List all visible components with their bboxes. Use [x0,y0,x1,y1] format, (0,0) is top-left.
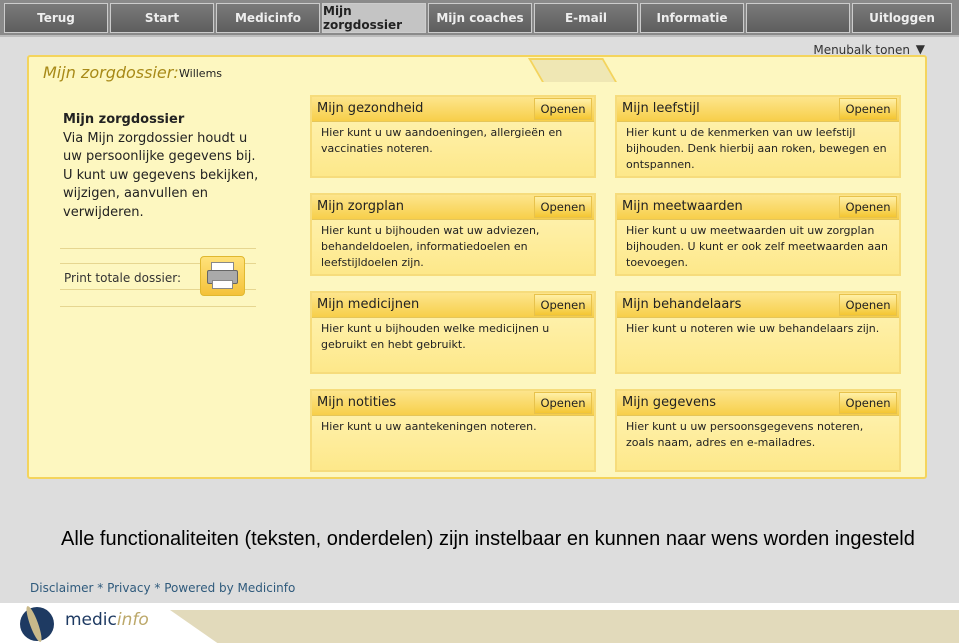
footer-bar: medicinfo [0,603,959,643]
intro-title: Mijn zorgdossier [63,112,185,127]
card-mijn-gezondheid: Mijn gezondheid Openen Hier kunt u uw aand… [310,95,596,178]
open-button[interactable]: Openen [839,294,897,316]
nav-mijn-coaches[interactable]: Mijn coaches [428,3,532,33]
nav-mijn-zorgdossier[interactable]: Mijn zorgdossier [322,3,426,33]
logo-text-a: medic [65,610,117,630]
medicinfo-logo-icon [20,607,54,641]
card-mijn-gegevens: Mijn gegevens Openen Hier kunt u uw persoo… [615,389,901,472]
footer-links: Disclaimer * Privacy * Powered by Medici… [30,581,295,595]
nav-empty [746,3,850,33]
open-button[interactable]: Openen [839,98,897,120]
separator: * [150,581,165,595]
divider [60,248,256,249]
privacy-link[interactable]: Privacy [107,581,150,595]
page-title: Mijn zorgdossier: [43,63,179,82]
printer-icon[interactable] [200,256,245,296]
card-description: Hier kunt u de kenmerken van uw leefstij… [626,126,887,171]
intro-text: Via Mijn zorgdossier houdt u uw persoonl… [63,130,259,220]
disclaimer-link[interactable]: Disclaimer [30,581,93,595]
open-button[interactable]: Openen [839,196,897,218]
open-button[interactable]: Openen [534,294,592,316]
separator: * [93,581,108,595]
open-button[interactable]: Openen [534,392,592,414]
nav-informatie[interactable]: Informatie [640,3,744,33]
card-description: Hier kunt u uw aandoeningen, allergieën … [321,126,563,155]
card-description: Hier kunt u noteren wie uw behandelaars … [626,322,880,335]
nav-email[interactable]: E-mail [534,3,638,33]
patient-name: Willems [179,67,223,80]
divider [60,306,256,307]
open-button[interactable]: Openen [534,196,592,218]
logo-text: medicinfo [65,610,149,630]
card-description: Hier kunt u bijhouden welke medicijnen u… [321,322,550,351]
caption: Alle functionaliteiten (teksten, onderde… [61,528,915,550]
card-mijn-zorgplan: Mijn zorgplan Openen Hier kunt u bijhouden… [310,193,596,276]
card-mijn-medicijnen: Mijn medicijnen Openen Hier kunt u bijhoud… [310,291,596,374]
top-nav: Terug Start Medicinfo Mijn zorgdossier M… [0,0,959,37]
card-description: Hier kunt u uw persoonsgegevens noteren,… [626,420,864,449]
logo-text-b: info [116,610,149,630]
print-label: Print totale dossier: [64,271,181,285]
card-mijn-notities: Mijn notities Openen Hier kunt u uw aantek… [310,389,596,472]
open-button[interactable]: Openen [534,98,592,120]
open-button[interactable]: Openen [839,392,897,414]
nav-terug[interactable]: Terug [4,3,108,33]
nav-start[interactable]: Start [110,3,214,33]
powered-by-link[interactable]: Powered by Medicinfo [164,581,295,595]
intro: Mijn zorgdossier Via Mijn zorgdossier hou… [63,111,263,222]
card-mijn-behandelaars: Mijn behandelaars Openen Hier kunt u noter… [615,291,901,374]
card-description: Hier kunt u uw meetwaarden uit uw zorgpl… [626,224,888,269]
footer-band [170,610,959,643]
card-description: Hier kunt u uw aantekeningen noteren. [321,420,537,433]
card-mijn-meetwaarden: Mijn meetwaarden Openen Hier kunt u uw mee… [615,193,901,276]
card-mijn-leefstijl: Mijn leefstijl Openen Hier kunt u de kenme… [615,95,901,178]
nav-uitloggen[interactable]: Uitloggen [852,3,952,33]
triangle-down-icon[interactable]: ▼ [916,42,925,56]
panel-tab[interactable] [528,58,617,82]
card-description: Hier kunt u bijhouden wat uw adviezen, b… [321,224,540,269]
nav-medicinfo[interactable]: Medicinfo [216,3,320,33]
